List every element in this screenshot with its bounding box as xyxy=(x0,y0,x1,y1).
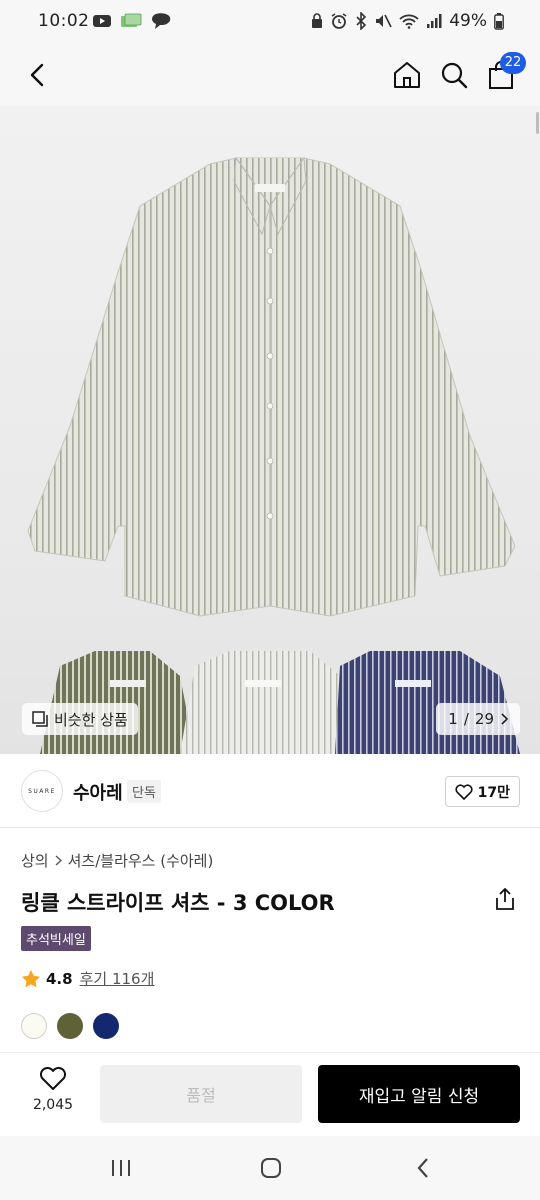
youtube-icon xyxy=(93,15,111,27)
top-navigation: 22 xyxy=(0,44,540,106)
mute-icon xyxy=(376,14,392,28)
breadcrumb: 상의 셔츠/블라우스 (수아레) xyxy=(21,850,213,871)
review-count-link[interactable]: 후기 116개 xyxy=(80,968,155,989)
home-system-button[interactable] xyxy=(251,1154,291,1182)
home-circle-icon xyxy=(261,1158,281,1178)
wifi-icon xyxy=(399,14,419,29)
brand-like-button[interactable]: 17만 xyxy=(444,776,520,807)
status-bar: 10:02 49% xyxy=(0,0,540,44)
home-icon xyxy=(394,62,420,88)
wishlist-count: 2,045 xyxy=(32,1097,74,1113)
breadcrumb-category[interactable]: 상의 xyxy=(21,850,49,871)
recent-apps-icon xyxy=(112,1160,130,1176)
share-button[interactable] xyxy=(494,887,518,913)
soldout-button: 품절 xyxy=(100,1065,302,1123)
chat-icon xyxy=(152,13,171,29)
status-time: 10:02 xyxy=(38,11,90,31)
notification-icons xyxy=(92,12,172,30)
back-arrow-icon xyxy=(30,63,44,87)
breadcrumb-subcategory[interactable]: 셔츠/블라우스 (수아레) xyxy=(68,850,214,871)
bluetooth-icon xyxy=(356,12,367,30)
home-button[interactable] xyxy=(384,52,430,98)
product-title: 링클 스트라이프 셔츠 - 3 COLOR xyxy=(21,891,335,915)
similar-products-button[interactable]: 비슷한 상품 xyxy=(22,703,138,735)
soldout-label: 품절 xyxy=(186,1086,216,1105)
search-icon xyxy=(441,62,468,89)
color-swatch-khaki[interactable] xyxy=(57,1013,83,1039)
back-chevron-icon xyxy=(417,1158,428,1178)
battery-icon xyxy=(494,12,504,30)
product-photo-shirt xyxy=(27,156,520,754)
system-status-icons: 49% xyxy=(311,11,504,31)
alarm-icon xyxy=(331,13,347,29)
brand-row: SUARE 수아레 단독 17만 xyxy=(0,754,540,828)
signal-icon xyxy=(427,14,442,28)
cart-button[interactable]: 22 xyxy=(478,52,526,98)
money-icon xyxy=(121,13,142,27)
restock-alert-button[interactable]: 재입고 알림 신청 xyxy=(318,1065,520,1123)
color-swatches xyxy=(21,1013,119,1039)
similar-products-label: 비슷한 상품 xyxy=(54,710,128,729)
rating-row[interactable]: 4.8 후기 116개 xyxy=(21,968,154,989)
chevron-right-icon xyxy=(501,713,508,725)
heart-icon xyxy=(39,1066,67,1090)
image-page-indicator[interactable]: 1 / 29 xyxy=(436,703,520,735)
share-icon xyxy=(496,887,514,910)
color-swatch-ivory[interactable] xyxy=(21,1013,47,1039)
rating-value: 4.8 xyxy=(46,969,73,988)
heart-icon xyxy=(455,783,473,800)
back-button[interactable] xyxy=(14,52,60,98)
star-icon xyxy=(22,970,40,988)
wishlist-button[interactable]: 2,045 xyxy=(22,1066,84,1123)
restock-alert-label: 재입고 알림 신청 xyxy=(358,1086,480,1107)
exclusive-tag: 단독 xyxy=(127,780,161,803)
page-current: 1 xyxy=(448,710,458,728)
similar-items-icon xyxy=(32,711,48,727)
lock-icon xyxy=(312,13,323,28)
scrollbar-thumb[interactable] xyxy=(536,112,539,134)
brand-name[interactable]: 수아레 xyxy=(73,779,123,805)
recent-apps-button[interactable] xyxy=(101,1154,141,1182)
color-swatch-navy[interactable] xyxy=(93,1013,119,1039)
chevron-right-icon xyxy=(55,855,62,866)
brand-like-count: 17만 xyxy=(477,784,510,801)
product-image-carousel[interactable]: 비슷한 상품 1 / 29 xyxy=(0,106,540,754)
page-separator: / xyxy=(463,710,469,728)
bottom-action-bar: 2,045 품절 재입고 알림 신청 xyxy=(0,1052,540,1136)
cart-count-badge: 22 xyxy=(500,52,526,74)
promo-badge: 추석빅세일 xyxy=(21,926,91,951)
brand-logo-text: SUARE xyxy=(28,787,56,795)
page-total: 29 xyxy=(474,710,494,728)
search-button[interactable] xyxy=(431,52,477,98)
system-navigation-bar xyxy=(0,1136,540,1200)
battery-percent: 49% xyxy=(449,11,487,31)
back-system-button[interactable] xyxy=(403,1154,443,1182)
brand-logo[interactable]: SUARE xyxy=(21,770,63,812)
